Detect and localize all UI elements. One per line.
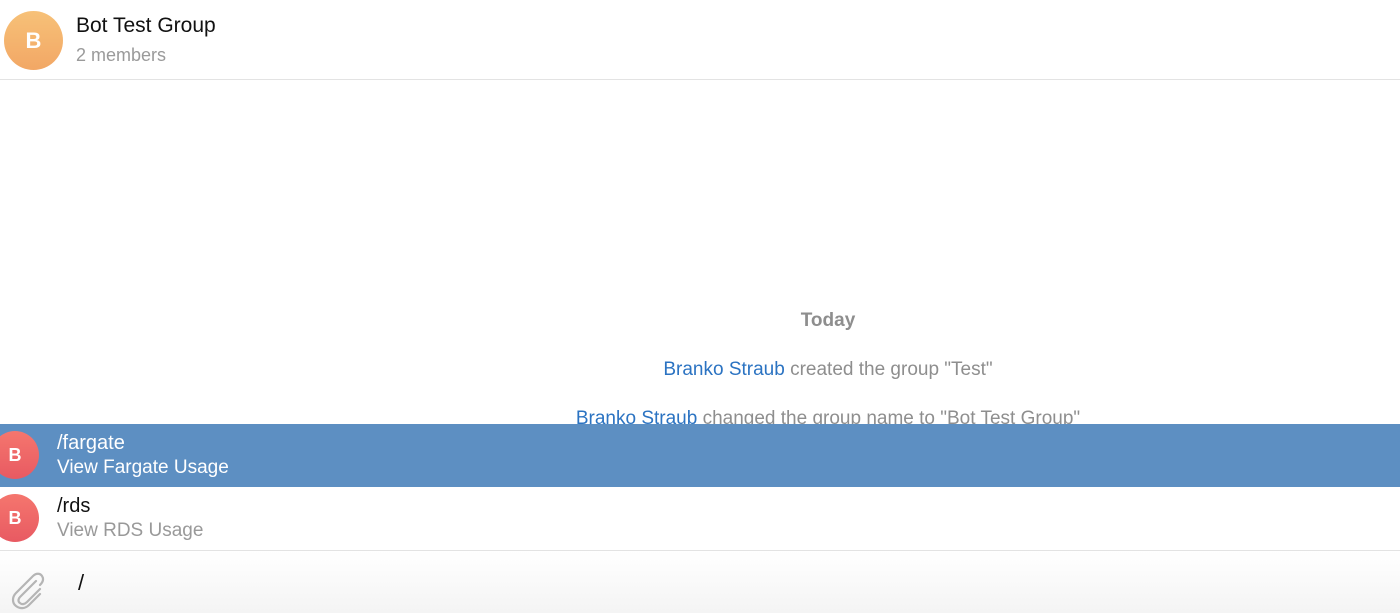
date-separator: Today (800, 310, 856, 331)
paperclip-icon[interactable] (6, 567, 46, 611)
chat-title[interactable]: Bot Test Group (76, 14, 216, 38)
group-avatar[interactable]: B (4, 11, 63, 70)
message-composer (0, 550, 1400, 613)
command-description: View RDS Usage (57, 520, 204, 541)
service-message-text: changed the group name to "Bot Test Grou… (697, 408, 1081, 424)
service-message: Branko Straub created the group "Test" (0, 359, 1400, 381)
bot-avatar-letter: B (8, 444, 22, 465)
service-message: Branko Straub changed the group name to … (0, 408, 1400, 424)
message-input[interactable] (78, 565, 1378, 601)
group-avatar-letter: B (25, 27, 42, 53)
bot-avatar: B (0, 494, 39, 542)
service-message-text: created the group "Test" (784, 359, 993, 380)
service-message-actor-link[interactable]: Branko Straub (576, 408, 697, 424)
member-count: 2 members (76, 45, 167, 65)
command-item-fargate[interactable]: B /fargate View Fargate Usage (0, 424, 1400, 487)
service-message-actor-link[interactable]: Branko Straub (663, 359, 784, 380)
chat-header[interactable]: B Bot Test Group 2 members (0, 0, 1400, 80)
command-item-rds[interactable]: B /rds View RDS Usage (0, 487, 1400, 550)
bot-avatar-letter: B (8, 507, 22, 528)
command-name: /rds (57, 495, 91, 517)
message-history[interactable]: Today Branko Straub created the group "T… (0, 81, 1400, 424)
bot-avatar: B (0, 431, 39, 479)
command-description: View Fargate Usage (57, 457, 229, 478)
command-name: /fargate (57, 432, 125, 454)
bot-command-suggestions: B /fargate View Fargate Usage B /rds Vie… (0, 424, 1400, 550)
telegram-chat-window: B Bot Test Group 2 members Today Branko … (0, 0, 1400, 613)
